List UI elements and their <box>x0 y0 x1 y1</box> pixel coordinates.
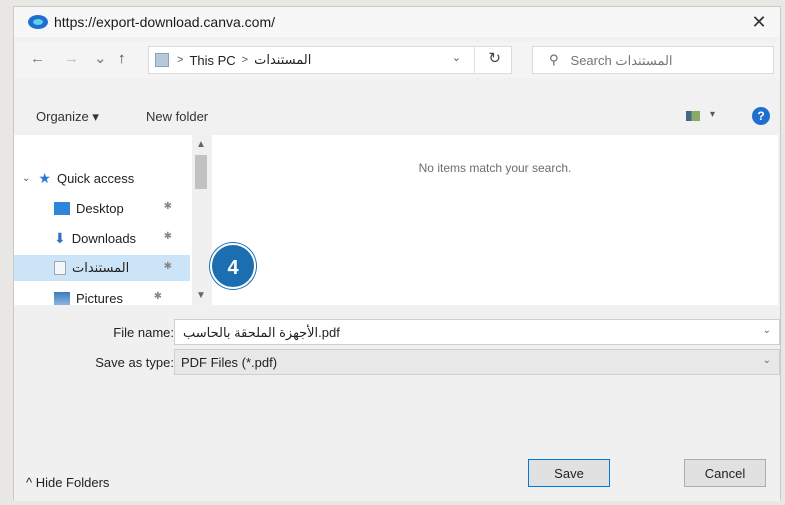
this-pc-icon <box>155 53 169 67</box>
breadcrumb-separator: > <box>241 54 249 66</box>
save-type-value: PDF Files (*.pdf) <box>181 355 278 370</box>
up-arrow-icon[interactable]: ↑ <box>118 48 126 70</box>
sidebar-item-label: Downloads <box>71 230 137 246</box>
refresh-icon[interactable]: ↻ <box>488 49 501 67</box>
breadcrumb-this-pc[interactable]: This PC <box>189 53 235 68</box>
sidebar-item-label: Desktop <box>76 200 124 216</box>
divider <box>474 47 475 73</box>
sidebar-item-downloads[interactable]: ⬇ Downloads ✱ <box>14 225 190 251</box>
help-icon[interactable]: ? <box>752 107 770 125</box>
scroll-up-icon[interactable]: ▲ <box>196 139 206 150</box>
search-icon: ⚲ <box>549 52 559 67</box>
pictures-icon <box>54 291 70 305</box>
sidebar-item-desktop[interactable]: Desktop ✱ <box>14 195 190 221</box>
back-arrow-icon[interactable]: ← <box>30 48 45 70</box>
navigation-pane: ⌄ ★ Quick access Desktop ✱ ⬇ Downloads ✱… <box>14 135 210 306</box>
download-icon: ⬇ <box>54 229 66 246</box>
close-icon[interactable]: ✕ <box>748 11 770 33</box>
breadcrumb-separator: > <box>177 54 184 66</box>
file-name-value[interactable]: الأجهزة الملحقة بالحاسب.pdf <box>183 325 340 341</box>
sidebar-item-label: المستندات <box>72 260 130 275</box>
navigation-scrollbar[interactable]: ▲ ▼ <box>192 135 210 305</box>
view-dropdown-icon[interactable]: ▾ <box>710 109 715 120</box>
save-type-label: Save as type: <box>95 355 174 370</box>
chevron-down-icon[interactable]: ⌄ <box>763 325 771 336</box>
chevron-down-icon[interactable]: ⌄ <box>763 355 771 366</box>
search-input[interactable] <box>570 52 761 68</box>
save-dialog: https://export-download.canva.com/ ✕ ← →… <box>13 6 781 501</box>
recent-locations-icon[interactable]: ⌄ <box>94 48 107 70</box>
sidebar-item-quick-access[interactable]: ⌄ ★ Quick access <box>14 165 190 191</box>
save-options: File name: الأجهزة الملحقة بالحاسب.pdf ⌄… <box>14 307 780 501</box>
step-number-badge: 4 <box>210 243 256 289</box>
sidebar-item-label: Pictures <box>76 290 123 306</box>
address-bar[interactable]: > This PC > المستندات ⌄ ↻ <box>148 46 512 74</box>
organize-button[interactable]: Organize ▾ <box>36 109 99 125</box>
cancel-button[interactable]: Cancel <box>684 459 766 487</box>
hide-folders-button[interactable]: ^ Hide Folders <box>26 475 109 490</box>
command-bar: Organize ▾ New folder ▾ ? <box>14 103 780 131</box>
search-box[interactable]: ⚲ <box>532 46 774 74</box>
pin-icon[interactable]: ✱ <box>164 261 172 272</box>
forward-arrow-icon[interactable]: → <box>64 48 79 70</box>
empty-message: No items match your search. <box>418 161 572 175</box>
scroll-thumb[interactable] <box>195 155 207 189</box>
scroll-down-icon[interactable]: ▼ <box>196 290 206 301</box>
title-bar: https://export-download.canva.com/ ✕ <box>14 7 780 37</box>
view-options-icon[interactable] <box>686 111 700 121</box>
canva-logo-icon <box>28 15 48 29</box>
save-type-select[interactable]: PDF Files (*.pdf) ⌄ <box>174 349 780 375</box>
pin-icon[interactable]: ✱ <box>154 291 162 302</box>
pin-icon[interactable]: ✱ <box>164 201 172 212</box>
window-title: https://export-download.canva.com/ <box>54 14 276 30</box>
sidebar-item-documents[interactable]: المستندات ✱ <box>14 255 190 281</box>
pin-icon[interactable]: ✱ <box>164 231 172 242</box>
new-folder-button[interactable]: New folder <box>146 109 208 124</box>
address-dropdown-icon[interactable]: ⌄ <box>452 51 461 64</box>
sidebar-item-label: Quick access <box>56 170 135 186</box>
file-list-pane[interactable]: No items match your search. <box>212 135 778 305</box>
file-name-field[interactable]: الأجهزة الملحقة بالحاسب.pdf ⌄ <box>174 319 780 345</box>
save-button[interactable]: Save <box>528 459 610 487</box>
file-name-label: File name: <box>113 325 174 340</box>
address-row: ← → ⌄ ↑ > This PC > المستندات ⌄ ↻ ⚲ <box>14 42 780 78</box>
desktop-icon <box>54 201 70 215</box>
breadcrumb-documents[interactable]: المستندات <box>254 52 311 68</box>
expand-chevron-icon[interactable]: ⌄ <box>22 173 30 184</box>
star-icon: ★ <box>38 169 51 186</box>
documents-icon <box>54 261 66 275</box>
